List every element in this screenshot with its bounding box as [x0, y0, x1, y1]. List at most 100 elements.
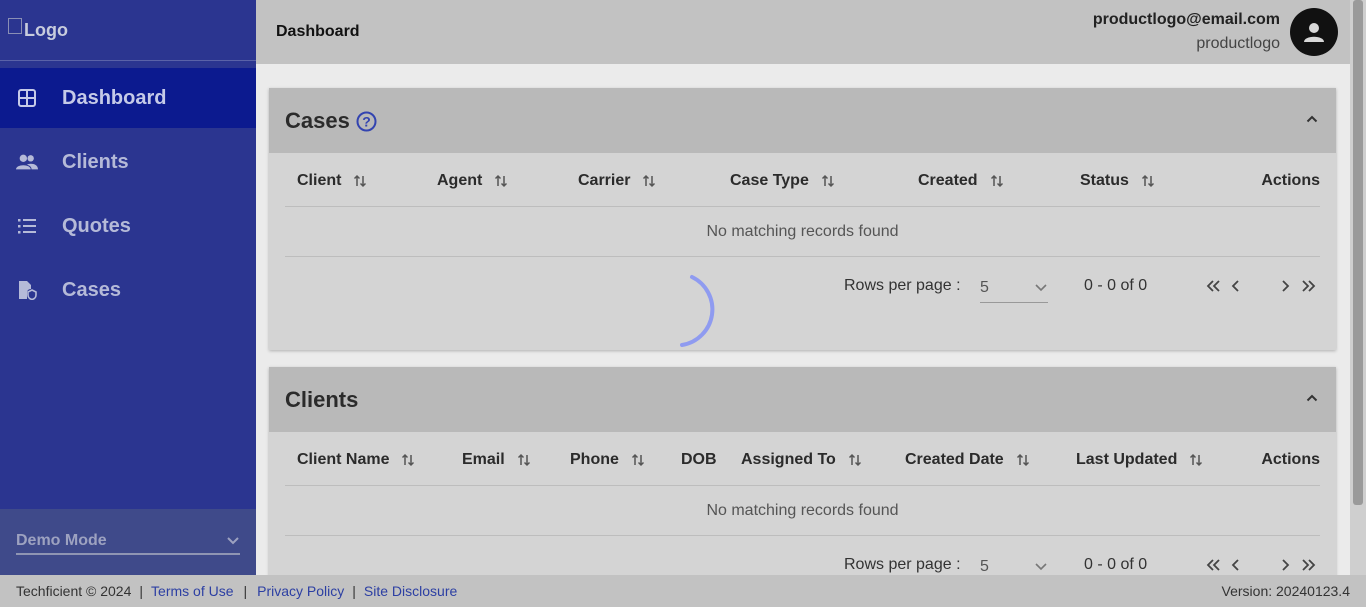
rows-per-page-value: 5	[980, 279, 989, 296]
col-header-client[interactable]: Client	[297, 172, 367, 190]
prev-page-icon[interactable]	[1231, 558, 1241, 572]
scrollbar-thumb[interactable]	[1353, 0, 1363, 505]
top-header: Dashboard productlogo@email.com productl…	[256, 0, 1350, 64]
col-header-agent[interactable]: Agent	[437, 172, 508, 190]
sort-icon[interactable]	[821, 174, 835, 188]
col-header-carrier[interactable]: Carrier	[578, 172, 656, 190]
sidebar-item-quotes[interactable]: Quotes	[0, 196, 256, 256]
col-header-phone[interactable]: Phone	[570, 451, 645, 469]
main-content: Cases ? Client Agent Carrier Case Type C…	[256, 64, 1350, 575]
sort-icon[interactable]	[1016, 453, 1030, 467]
logo[interactable]: Logo	[0, 0, 256, 61]
next-page-icon[interactable]	[1280, 558, 1290, 572]
chevron-down-icon	[1034, 558, 1048, 575]
col-header-created[interactable]: Created	[918, 172, 1004, 190]
col-header-assigned-to[interactable]: Assigned To	[741, 451, 862, 469]
clients-title: Clients	[285, 387, 359, 412]
rows-per-page-value: 5	[980, 558, 989, 575]
page-title: Dashboard	[276, 23, 360, 40]
sort-icon[interactable]	[848, 453, 862, 467]
copyright: Techficient © 2024	[16, 583, 132, 599]
version-label: Version: 20240123.4	[1221, 583, 1350, 599]
privacy-policy-link[interactable]: Privacy Policy	[257, 583, 344, 599]
sidebar: Logo Dashboard Clients Quotes Cases Demo…	[0, 0, 256, 575]
rows-per-page-select[interactable]: 5	[980, 556, 1048, 575]
clients-card-header: Clients	[269, 367, 1336, 432]
sidebar-item-label: Clients	[62, 150, 129, 173]
next-page-icon[interactable]	[1280, 279, 1290, 293]
col-header-email[interactable]: Email	[462, 451, 531, 469]
cases-table: Client Agent Carrier Case Type Created S…	[285, 153, 1320, 319]
sort-icon[interactable]	[1189, 453, 1203, 467]
sort-icon[interactable]	[631, 453, 645, 467]
people-icon	[16, 151, 38, 173]
prev-page-icon[interactable]	[1231, 279, 1241, 293]
svg-text:?: ?	[362, 113, 371, 129]
page-range: 0 - 0 of 0	[1084, 556, 1148, 573]
chevron-down-icon	[226, 532, 240, 550]
chevron-down-icon	[1034, 279, 1048, 302]
col-header-status[interactable]: Status	[1080, 172, 1155, 190]
sidebar-item-dashboard[interactable]: Dashboard	[0, 68, 256, 128]
divider: |	[139, 583, 144, 599]
clients-table: Client Name Email Phone DOB Assigned To …	[285, 432, 1320, 575]
sidebar-nav: Dashboard Clients Quotes Cases	[0, 68, 256, 320]
empty-message: No matching records found	[285, 207, 1320, 257]
cases-title: Cases	[285, 108, 350, 133]
pagination: Rows per page : 5 0 - 0 of 0	[285, 536, 1320, 575]
terms-of-use-link[interactable]: Terms of Use	[151, 583, 233, 599]
col-header-actions: Actions	[1261, 172, 1320, 189]
first-page-icon[interactable]	[1206, 279, 1222, 293]
last-page-icon[interactable]	[1300, 558, 1316, 572]
sort-icon[interactable]	[353, 174, 367, 188]
sidebar-item-label: Cases	[62, 278, 121, 301]
sidebar-item-label: Quotes	[62, 214, 131, 237]
loading-spinner-icon	[674, 273, 728, 354]
user-email: productlogo@email.com	[1092, 11, 1280, 28]
sort-icon[interactable]	[1141, 174, 1155, 188]
site-disclosure-link[interactable]: Site Disclosure	[364, 583, 457, 599]
demo-mode-area: Demo Mode	[0, 509, 256, 575]
clients-card: Clients Client Name Email Phone DOB Assi…	[269, 367, 1336, 575]
sort-icon[interactable]	[642, 174, 656, 188]
demo-mode-select[interactable]: Demo Mode	[16, 529, 240, 555]
case-file-icon	[16, 279, 38, 301]
col-header-last-updated[interactable]: Last Updated	[1076, 451, 1203, 469]
list-icon	[16, 215, 38, 237]
divider: |	[352, 583, 356, 599]
sort-icon[interactable]	[990, 174, 1004, 188]
help-icon[interactable]: ?	[356, 111, 377, 132]
scrollbar[interactable]	[1350, 0, 1366, 575]
sort-icon[interactable]	[517, 453, 531, 467]
col-header-case-type[interactable]: Case Type	[730, 172, 835, 190]
cases-card-header: Cases ?	[269, 88, 1336, 153]
table-header-row: Client Agent Carrier Case Type Created S…	[285, 153, 1320, 207]
grid-icon	[16, 87, 38, 109]
demo-mode-label: Demo Mode	[16, 532, 107, 549]
col-header-created-date[interactable]: Created Date	[905, 451, 1030, 469]
chevron-up-icon[interactable]	[1306, 389, 1318, 407]
broken-image-icon	[8, 18, 22, 34]
rows-per-page-select[interactable]: 5	[980, 277, 1048, 303]
logo-alt-text: Logo	[24, 19, 68, 40]
cases-card: Cases ? Client Agent Carrier Case Type C…	[269, 88, 1336, 350]
avatar[interactable]	[1290, 8, 1338, 56]
sidebar-item-cases[interactable]: Cases	[0, 260, 256, 320]
table-header-row: Client Name Email Phone DOB Assigned To …	[285, 432, 1320, 486]
footer: Techficient © 2024 | Terms of Use | Priv…	[0, 575, 1366, 607]
pagination: Rows per page : 5 0 - 0 of 0	[285, 257, 1320, 319]
first-page-icon[interactable]	[1206, 558, 1222, 572]
sort-icon[interactable]	[401, 453, 415, 467]
divider: |	[243, 583, 248, 599]
empty-message: No matching records found	[285, 486, 1320, 536]
sidebar-item-clients[interactable]: Clients	[0, 132, 256, 192]
user-name: productlogo	[1196, 35, 1280, 52]
sort-icon[interactable]	[494, 174, 508, 188]
col-header-client-name[interactable]: Client Name	[297, 451, 415, 469]
last-page-icon[interactable]	[1300, 279, 1316, 293]
rows-per-page-label: Rows per page :	[844, 556, 961, 573]
col-header-dob: DOB	[681, 451, 717, 468]
user-icon	[1304, 23, 1324, 42]
chevron-up-icon[interactable]	[1306, 110, 1318, 128]
rows-per-page-label: Rows per page :	[844, 277, 961, 294]
